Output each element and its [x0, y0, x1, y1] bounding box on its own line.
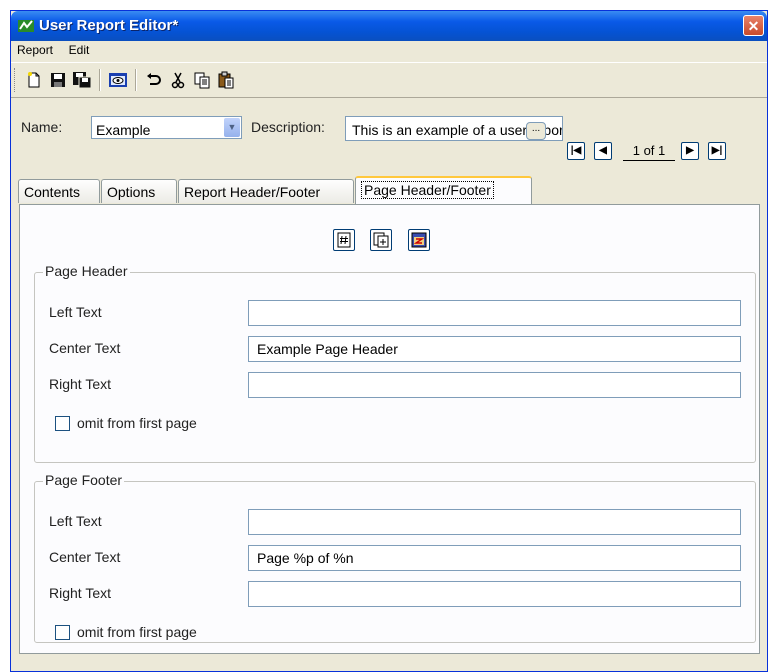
- copy-button[interactable]: [191, 69, 213, 91]
- preview-icon: [109, 73, 127, 87]
- name-label: Name:: [21, 119, 63, 135]
- description-label: Description:: [251, 119, 325, 135]
- chevron-down-icon[interactable]: ▼: [224, 118, 240, 137]
- close-button[interactable]: ✕: [743, 15, 764, 36]
- header-omit-first-page-checkbox[interactable]: [55, 416, 70, 431]
- cut-icon: [171, 72, 185, 89]
- tab-label: Options: [107, 184, 156, 200]
- page-header-legend: Page Header: [43, 263, 130, 279]
- new-button[interactable]: [23, 69, 45, 91]
- header-center-label: Center Text: [49, 340, 121, 356]
- insert-page-number-icon: [337, 232, 351, 248]
- footer-left-label: Left Text: [49, 513, 102, 529]
- header-left-text-input[interactable]: [248, 300, 741, 326]
- tab-label: Page Header/Footer: [361, 181, 494, 199]
- footer-right-label: Right Text: [49, 585, 111, 601]
- tab-report-header-footer[interactable]: Report Header/Footer: [178, 179, 354, 203]
- insert-page-count-button[interactable]: [370, 229, 392, 251]
- footer-left-text-input[interactable]: [248, 509, 741, 535]
- save-icon: [51, 73, 65, 87]
- toolbar-separator: [135, 69, 137, 91]
- page-header-footer-panel: Page Header Left Text Center Text Exampl…: [19, 204, 760, 654]
- tab-label: Contents: [24, 184, 81, 200]
- header-right-text-input[interactable]: [248, 372, 741, 398]
- page-footer-legend: Page Footer: [43, 472, 125, 488]
- close-icon: ✕: [747, 18, 760, 34]
- page-footer-group: Page Footer Left Text Center Text Page %…: [34, 472, 756, 643]
- insert-date-icon: [411, 232, 427, 248]
- footer-omit-first-page-checkbox[interactable]: [55, 625, 70, 640]
- page-header-group: Page Header Left Text Center Text Exampl…: [34, 263, 756, 463]
- record-count: 1 of 1: [623, 142, 675, 161]
- title-bar[interactable]: User Report Editor* ✕: [11, 11, 767, 41]
- header-center-text-input[interactable]: Example Page Header: [248, 336, 741, 362]
- tab-options[interactable]: Options: [101, 179, 177, 203]
- toolbar: [11, 62, 767, 98]
- description-ellipsis-button[interactable]: ...: [526, 122, 546, 140]
- first-icon: |◀: [570, 145, 582, 156]
- name-combo[interactable]: Example ▼: [91, 116, 242, 139]
- preview-button[interactable]: [107, 69, 129, 91]
- footer-right-text-input[interactable]: [248, 581, 741, 607]
- last-icon: ▶|: [711, 145, 723, 156]
- new-icon: [28, 72, 40, 88]
- name-value: Example: [96, 122, 151, 138]
- report-info-row: Name: Example ▼ Description: This is an …: [11, 107, 767, 147]
- save-as-button[interactable]: [71, 69, 93, 91]
- footer-center-label: Center Text: [49, 549, 121, 565]
- last-record-button[interactable]: ▶|: [708, 142, 726, 160]
- menu-report[interactable]: Report: [11, 41, 59, 59]
- footer-center-text-input[interactable]: Page %p of %n: [248, 545, 741, 571]
- app-icon: [17, 17, 35, 38]
- toolbar-separator: [99, 69, 101, 91]
- next-record-button[interactable]: ▶: [681, 142, 699, 160]
- header-right-label: Right Text: [49, 376, 111, 392]
- save-as-icon: [73, 72, 92, 89]
- prev-record-button[interactable]: ◀: [594, 142, 612, 160]
- prev-icon: ◀: [599, 145, 607, 156]
- cut-button[interactable]: [167, 69, 189, 91]
- header-omit-first-page-label[interactable]: omit from first page: [77, 415, 197, 431]
- first-record-button[interactable]: |◀: [567, 142, 585, 160]
- window-title: User Report Editor*: [39, 17, 179, 34]
- paste-icon: [218, 71, 234, 89]
- tab-contents[interactable]: Contents: [18, 179, 100, 203]
- menu-edit[interactable]: Edit: [63, 41, 96, 59]
- copy-icon: [194, 72, 210, 89]
- menu-bar: Report Edit: [11, 41, 767, 61]
- toolbar-grip[interactable]: [14, 68, 18, 92]
- insert-page-count-icon: [373, 232, 389, 248]
- undo-button[interactable]: [143, 69, 165, 91]
- tab-page-header-footer[interactable]: Page Header/Footer: [355, 176, 532, 204]
- next-icon: ▶: [686, 145, 694, 156]
- paste-button[interactable]: [215, 69, 237, 91]
- insert-page-number-button[interactable]: [333, 229, 355, 251]
- report-editor-window: User Report Editor* ✕ Report Edit Name: …: [10, 10, 768, 672]
- footer-omit-first-page-label[interactable]: omit from first page: [77, 624, 197, 640]
- insert-date-button[interactable]: [408, 229, 430, 251]
- description-field[interactable]: This is an example of a user report ...: [345, 116, 563, 141]
- undo-icon: [147, 73, 161, 85]
- save-button[interactable]: [47, 69, 69, 91]
- header-left-label: Left Text: [49, 304, 102, 320]
- tab-label: Report Header/Footer: [184, 184, 321, 200]
